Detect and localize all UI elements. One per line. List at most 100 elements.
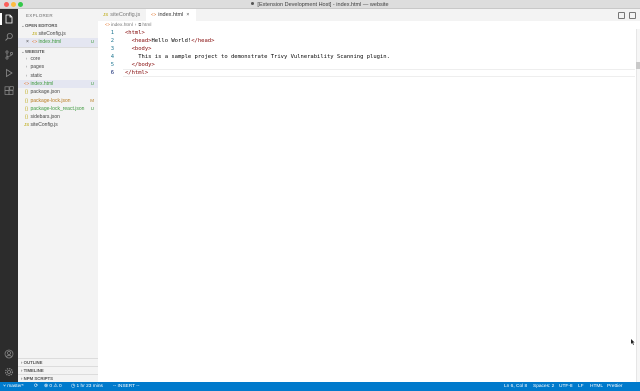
extensions-icon[interactable] [4, 86, 14, 96]
tree-file[interactable]: JSsiteConfig.js [18, 121, 98, 129]
tree-file[interactable]: <>index.html U [18, 79, 98, 89]
chevron-right-icon: › [21, 368, 23, 373]
tab-label: siteConfig.js [110, 12, 141, 18]
line-number: 5 [110, 62, 114, 68]
time-label: 1 hr 23 mins [76, 384, 103, 389]
html-tag-token: </head> [191, 38, 215, 44]
json-file-icon: {} [24, 89, 28, 95]
json-file-icon: {} [24, 105, 28, 111]
element-icon: ⧉ [138, 22, 142, 27]
line-number: 3 [110, 46, 114, 52]
tree-label: core [30, 56, 41, 62]
tree-file[interactable]: {} package-lock.json M [18, 97, 98, 105]
editor-actions [614, 11, 636, 21]
text-token: Hello World! [151, 38, 192, 44]
chevron-right-icon: › [21, 360, 23, 365]
source-control-icon[interactable] [4, 50, 14, 60]
tree-file[interactable]: {} package-lock_react.json U [18, 105, 98, 113]
tree-label: pages [30, 64, 45, 71]
settings-icon[interactable] [4, 367, 14, 377]
code-line: <body> [125, 45, 152, 53]
tree-label: index.html [30, 80, 54, 87]
sync-icon[interactable]: ⟳ [34, 382, 38, 391]
timeline-section[interactable]: › TIMELINE [18, 366, 98, 374]
chevron-right-icon: › [25, 56, 28, 61]
open-editor-item[interactable]: JSsiteConfig.js [18, 30, 98, 38]
json-file-icon: {} [24, 97, 28, 103]
breadcrumb: <>index.html › ⧉html [98, 21, 640, 29]
json-file-icon: {} [24, 114, 28, 120]
line-number: 2 [110, 38, 114, 44]
tree-label: package-lock.json [30, 97, 71, 104]
indentation[interactable]: Spaces: 2 [533, 382, 554, 391]
window-title: [Extension Development Host] - index.htm… [0, 2, 640, 8]
chevron-right-icon: › [25, 72, 28, 78]
cursor-position[interactable]: Ln 6, Col 8 [504, 382, 527, 391]
tree-label: package-lock_react.json [30, 105, 85, 112]
encoding[interactable]: UTF-8 [559, 382, 573, 391]
outline-section[interactable]: › OUTLINE [18, 358, 98, 366]
time-tracker[interactable]: ◷ 1 hr 23 mins [71, 382, 103, 391]
branch-icon: ⑂ [3, 384, 6, 389]
git-status-badge: U [90, 80, 94, 86]
html-file-icon: <> [105, 22, 110, 27]
status-bar: ⑂ master* ⟳ ⊗ 0 ⚠ 0 ◷ 1 hr 23 mins -- IN… [0, 382, 640, 391]
tree-folder[interactable]: › core [18, 55, 98, 63]
open-editor-item[interactable]: × <>index.html U [18, 38, 98, 47]
window-title-text: [Extension Development Host] - index.htm… [257, 1, 389, 8]
outline-label: OUTLINE [23, 360, 43, 365]
formatter[interactable]: Prettier [607, 382, 622, 391]
search-icon[interactable] [4, 32, 14, 42]
branch-label: master* [7, 384, 24, 389]
clock-icon: ◷ [71, 384, 76, 389]
open-editors-header[interactable]: ⌄OPEN EDITORS [18, 22, 98, 29]
debug-icon[interactable] [4, 68, 14, 78]
open-editors-label: OPEN EDITORS [25, 23, 58, 28]
vim-mode: -- INSERT -- [113, 384, 140, 389]
title-bar: [Extension Development Host] - index.htm… [0, 0, 640, 9]
js-file-icon: JS [32, 31, 38, 36]
editor-tabs: JS siteConfig.js <> index.html × [98, 9, 640, 21]
account-icon[interactable] [4, 349, 14, 359]
breadcrumb-file[interactable]: index.html [111, 23, 133, 28]
npm-scripts-section[interactable]: › NPM SCRIPTS [18, 374, 98, 382]
code-line: </html> [125, 69, 148, 77]
split-editor-icon[interactable] [629, 11, 636, 19]
activity-bar [0, 9, 18, 382]
tree-label: static [30, 72, 43, 79]
website-folder-header[interactable]: ⌄WEBSITE [18, 47, 98, 54]
problems-indicator[interactable]: ⊗ 0 ⚠ 0 [44, 382, 62, 391]
git-status-badge: U [90, 39, 94, 45]
open-editor-label: index.html [38, 39, 62, 46]
files-icon[interactable] [0, 13, 14, 25]
git-status-badge: M [90, 97, 94, 103]
tree-folder[interactable]: › pages [18, 63, 98, 71]
tree-folder[interactable]: › static [18, 72, 98, 80]
tab-siteconfig[interactable]: JS siteConfig.js [98, 9, 146, 21]
html-tag-token: <body> [131, 46, 152, 52]
explorer-sidebar: EXPLORER ⌄OPEN EDITORS JSsiteConfig.js ×… [18, 9, 98, 382]
close-icon[interactable]: × [186, 9, 189, 21]
code-editor[interactable]: 1 2 3 4 5 6 <html> <head>Hello World!</h… [98, 29, 640, 382]
current-line-highlight [123, 69, 635, 77]
tab-label: index.html [158, 12, 184, 18]
open-editor-label: siteConfig.js [38, 31, 66, 37]
tree-file[interactable]: {} package.json [18, 88, 98, 96]
line-ending[interactable]: LF [578, 382, 584, 391]
tree-file[interactable]: {} sidebars.json [18, 113, 98, 121]
tab-index-html[interactable]: <> index.html × [146, 9, 196, 21]
compare-changes-icon[interactable] [618, 11, 625, 19]
explorer-title: EXPLORER [26, 13, 53, 18]
editor-scrollbar[interactable] [636, 29, 640, 382]
language-mode[interactable]: HTML [590, 382, 603, 391]
mouse-pointer-icon [631, 339, 635, 345]
scrollbar-thumb[interactable] [636, 62, 640, 69]
code-line: This is a sample project to demonstrate … [125, 53, 390, 61]
breadcrumb-node[interactable]: html [142, 23, 151, 28]
html-file-icon: <> [32, 39, 38, 45]
js-file-icon: JS [24, 122, 30, 128]
branch-indicator[interactable]: ⑂ master* [3, 382, 24, 391]
